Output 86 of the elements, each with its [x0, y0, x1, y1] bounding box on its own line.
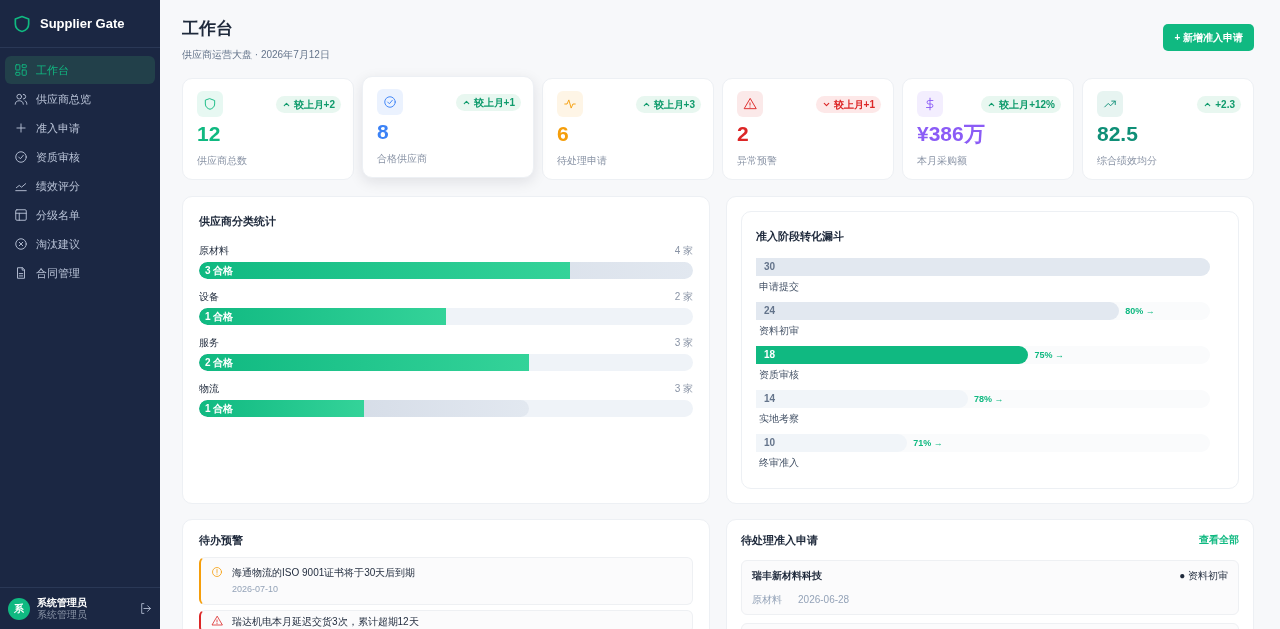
- qualified-bar: 1 合格: [199, 400, 364, 417]
- alert-text: 海通物流的ISO 9001证书将于30天后到期: [232, 566, 416, 580]
- stage-label: 终审准入: [758, 456, 801, 470]
- category-name: 服务: [199, 336, 219, 350]
- alert-text: 瑞达机电本月延迟交货3次，累计超期12天: [232, 614, 419, 629]
- category-count: 4 家: [674, 244, 694, 258]
- stat-value: 6: [557, 120, 570, 146]
- user-name: 系统管理员: [37, 596, 88, 609]
- conversion-rate: 80% →: [1125, 305, 1155, 318]
- user-role: 系统管理员: [37, 608, 88, 621]
- applicant-name: 瑞丰新材料科技: [752, 569, 823, 583]
- stage-tag: ● 资料初审: [1179, 568, 1228, 583]
- shield-icon: [203, 96, 217, 111]
- trend-badge: +2.3: [1197, 95, 1241, 113]
- category-name: 物流: [199, 382, 219, 396]
- application-card[interactable]: 瑞丰新材料科技 ● 资料初审 原材料 2026-06-28: [741, 560, 1239, 615]
- x-circle-icon: [14, 237, 28, 251]
- page-title: 工作台: [182, 18, 234, 40]
- stage-label: 实地考察: [758, 412, 801, 426]
- nav-item[interactable]: 工作台: [5, 56, 155, 84]
- document-icon: [14, 266, 28, 280]
- check-circle-icon: [14, 150, 28, 164]
- warning-icon: [743, 96, 757, 111]
- stage-label: 资料初审: [758, 324, 801, 338]
- panel-title: 待处理准入申请: [741, 532, 819, 548]
- conversion-rate: 75% →: [1034, 349, 1064, 362]
- funnel-bar: 24: [756, 302, 1120, 320]
- conversion-rate: 71% →: [913, 437, 943, 450]
- grid-icon: [14, 63, 28, 77]
- page-subtitle: 供应商运营大盘 · 2026年7月12日: [182, 47, 330, 62]
- check-circle-icon: [383, 94, 397, 109]
- category-count: 3 家: [674, 336, 694, 350]
- applicant-category: 原材料: [752, 593, 783, 607]
- users-icon: [14, 92, 28, 106]
- stat-value: 12: [197, 120, 222, 146]
- dollar-icon: [923, 96, 937, 111]
- warning-icon: [211, 614, 223, 627]
- stat-label: 待处理申请: [557, 153, 608, 168]
- funnel-bar: 18: [756, 346, 1029, 364]
- panel-title: 待办预警: [199, 532, 244, 548]
- funnel-bar: 14: [756, 390, 969, 408]
- category-count: 3 家: [674, 382, 694, 396]
- stat-value: ¥386万: [917, 120, 986, 146]
- user-avatar: 系: [8, 597, 30, 620]
- nav-item[interactable]: 准入申请: [5, 114, 155, 142]
- nav-item[interactable]: 绩效评分: [5, 172, 155, 200]
- qualified-bar: 1 合格: [199, 308, 446, 325]
- trend-badge: 较上月+2: [275, 95, 341, 113]
- nav-item[interactable]: 供应商总览: [5, 85, 155, 113]
- qualified-bar: 2 合格: [199, 354, 529, 371]
- funnel-bar: 10: [756, 434, 908, 452]
- category-name: 设备: [199, 290, 219, 304]
- stat-label: 异常预警: [737, 153, 778, 168]
- brand-name: Supplier Gate: [40, 14, 125, 33]
- stat-label: 本月采购额: [917, 153, 968, 168]
- nav-item[interactable]: 合同管理: [5, 259, 155, 287]
- nav-item[interactable]: 分级名单: [5, 201, 155, 229]
- alert-date: 2026-07-10: [232, 583, 280, 596]
- table-icon: [14, 208, 28, 222]
- alert-circle-icon: [211, 566, 223, 578]
- stage-label: 资质审核: [758, 368, 801, 382]
- stage-label: 申请提交: [758, 280, 801, 294]
- shield-logo-icon: [12, 13, 32, 34]
- nav-item[interactable]: 资质审核: [5, 143, 155, 171]
- nav-item[interactable]: 淘汰建议: [5, 230, 155, 258]
- applicant-date: 2026-06-28: [798, 593, 850, 607]
- stat-label: 综合绩效均分: [1097, 153, 1158, 168]
- trend-badge: 较上月+1: [455, 93, 521, 111]
- stat-label: 供应商总数: [197, 153, 248, 168]
- conversion-rate: 78% →: [974, 393, 1004, 406]
- panel-title: 供应商分类统计: [199, 213, 277, 229]
- qualified-bar: 3 合格: [199, 262, 570, 279]
- category-count: 2 家: [674, 290, 694, 304]
- stat-label: 合格供应商: [377, 151, 428, 166]
- trend-badge: 较上月+3: [635, 95, 701, 113]
- stat-value: 82.5: [1097, 120, 1139, 146]
- trend-badge: 较上月+12%: [981, 95, 1061, 113]
- stat-value: 8: [377, 118, 390, 144]
- plus-icon: [14, 121, 28, 135]
- category-name: 原材料: [199, 244, 229, 258]
- stat-value: 2: [737, 120, 750, 146]
- panel-title: 准入阶段转化漏斗: [756, 228, 846, 244]
- logout-icon[interactable]: [139, 602, 152, 615]
- funnel-bar: 30: [756, 258, 1210, 276]
- trend-badge: 较上月+1: [815, 95, 881, 113]
- pulse-icon: [563, 96, 577, 111]
